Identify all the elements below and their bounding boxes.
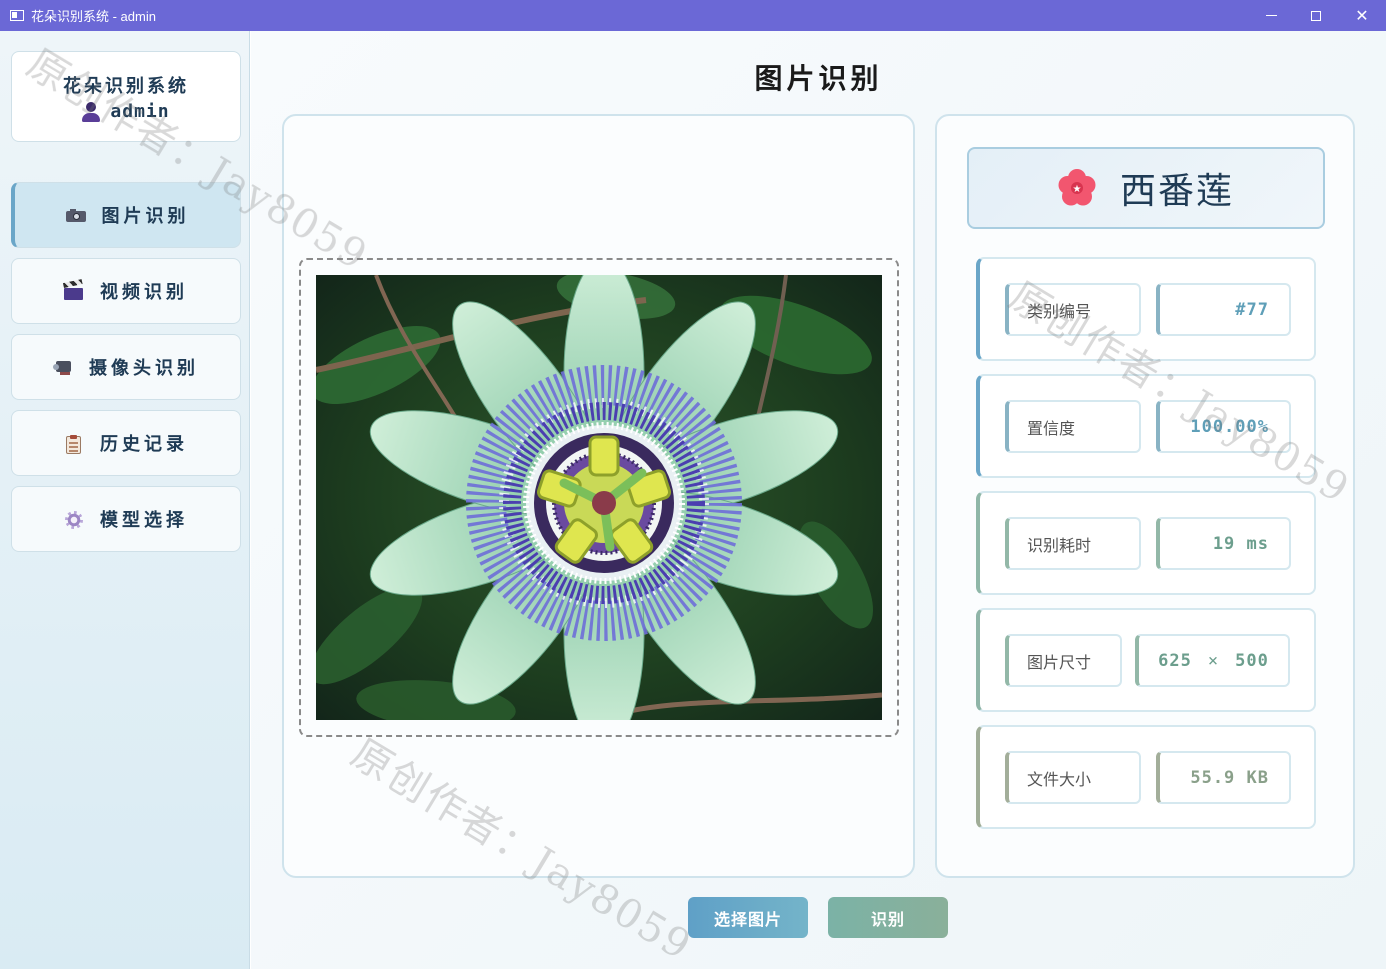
- flower-name: 西番莲: [1119, 171, 1234, 212]
- times-sign: ×: [1207, 650, 1220, 671]
- sidebar-item-label: 历史记录: [100, 434, 188, 455]
- maximize-icon: [1311, 10, 1321, 21]
- webcam-icon: [53, 359, 73, 375]
- result-panel: ★ 西番莲 类别编号 #77 置信度 100.00% 识别耗时 19 ms 图片…: [935, 114, 1355, 878]
- sidebar-item-label: 摄像头识别: [89, 358, 199, 379]
- info-label: 类别编号: [1005, 283, 1141, 336]
- info-value: #77: [1156, 283, 1291, 336]
- info-row-time: 识别耗时 19 ms: [976, 491, 1316, 595]
- username: admin: [110, 101, 170, 122]
- sidebar-item-video-recognition[interactable]: 视频识别: [11, 258, 241, 324]
- svg-text:★: ★: [1073, 184, 1082, 195]
- info-label: 图片尺寸: [1005, 634, 1122, 687]
- close-button[interactable]: ✕: [1339, 0, 1385, 31]
- select-image-button[interactable]: 选择图片: [688, 897, 808, 938]
- info-label: 置信度: [1005, 400, 1141, 453]
- system-name: 花朵识别系统: [63, 76, 189, 97]
- sidebar-item-label: 模型选择: [100, 510, 188, 531]
- user-icon: [82, 101, 101, 122]
- sidebar-item-history[interactable]: 历史记录: [11, 410, 241, 476]
- info-value: 19 ms: [1156, 517, 1291, 570]
- main-content: 图片识别 ★ 西番莲 类别编号 #77 置信度 100.00% 识别耗时 19 …: [251, 31, 1386, 969]
- recognize-button[interactable]: 识别: [828, 897, 948, 938]
- sidebar: 花朵识别系统 admin 图片识别 视频识别 摄像头识别 历史记录 模型选择: [0, 31, 250, 969]
- flower-photo: [316, 275, 882, 720]
- app-window-icon: [10, 10, 24, 21]
- title-bar: 花朵识别系统 - admin ✕: [0, 0, 1386, 31]
- minimize-icon: [1265, 14, 1277, 17]
- sidebar-item-camera-recognition[interactable]: 摄像头识别: [11, 334, 241, 400]
- info-row-confidence: 置信度 100.00%: [976, 374, 1316, 478]
- image-width: 625: [1158, 650, 1192, 671]
- clipboard-icon: [64, 435, 84, 454]
- camera-icon: [65, 207, 86, 223]
- sidebar-item-label: 图片识别: [101, 206, 190, 227]
- image-panel: [282, 114, 915, 878]
- info-label: 识别耗时: [1005, 517, 1141, 570]
- user-row: admin: [12, 101, 240, 122]
- sidebar-item-model-select[interactable]: 模型选择: [11, 486, 241, 552]
- result-name-card: ★ 西番莲: [967, 147, 1325, 229]
- clapper-icon: [62, 279, 84, 300]
- image-height: 500: [1235, 650, 1269, 671]
- preview-image: [316, 275, 882, 720]
- info-value: 625 × 500: [1135, 634, 1290, 687]
- page-title: 图片识别: [754, 62, 883, 95]
- info-value: 100.00%: [1156, 400, 1291, 453]
- info-row-class-id: 类别编号 #77: [976, 257, 1316, 361]
- gear-icon: [64, 511, 84, 529]
- info-row-image-size: 图片尺寸 625 × 500: [976, 608, 1316, 712]
- info-row-file-size: 文件大小 55.9 KB: [976, 725, 1316, 829]
- info-label: 文件大小: [1005, 751, 1141, 804]
- image-drop-frame[interactable]: [299, 258, 899, 737]
- close-icon: ✕: [1355, 6, 1369, 25]
- sidebar-item-image-recognition[interactable]: 图片识别: [11, 182, 241, 248]
- info-value: 55.9 KB: [1156, 751, 1291, 804]
- minimize-button[interactable]: [1248, 0, 1294, 31]
- sidebar-item-label: 视频识别: [100, 282, 188, 303]
- blossom-icon: ★: [1058, 169, 1096, 207]
- user-card: 花朵识别系统 admin: [11, 51, 241, 142]
- maximize-button[interactable]: [1293, 0, 1339, 31]
- window-title: 花朵识别系统 - admin: [31, 9, 156, 24]
